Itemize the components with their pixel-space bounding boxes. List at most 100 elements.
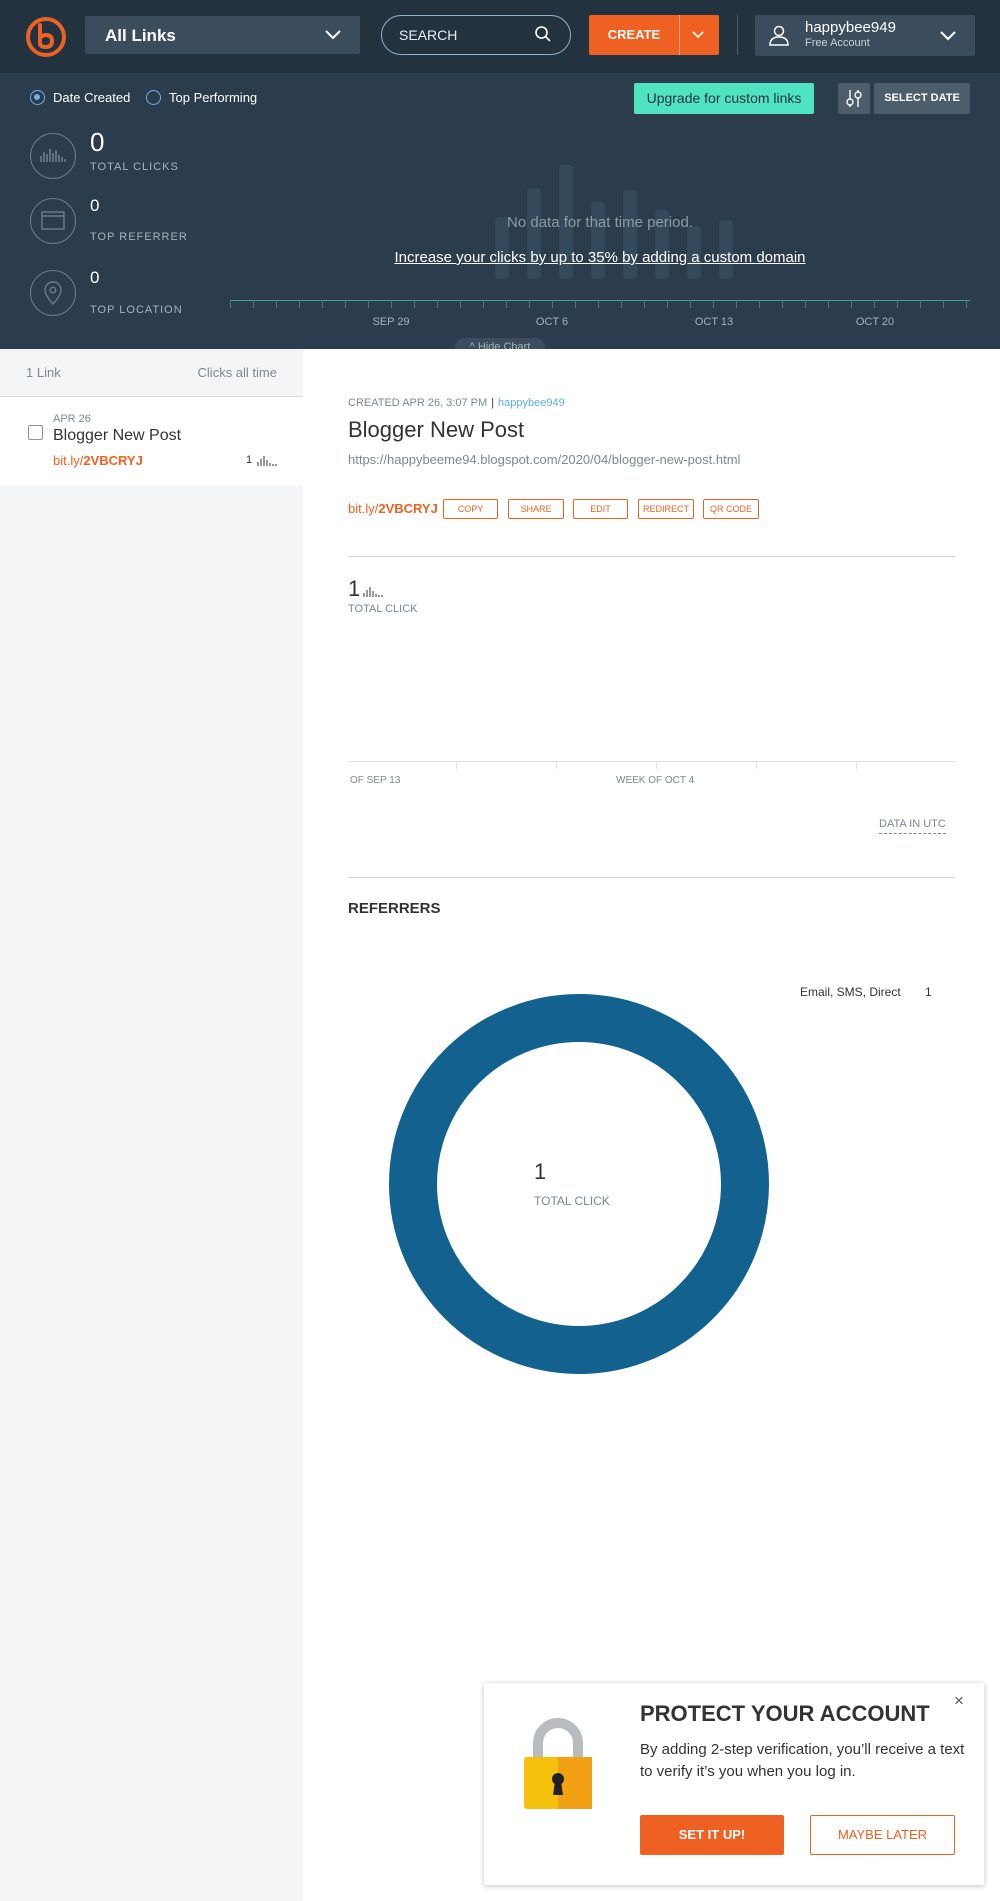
copy-button[interactable]: COPY bbox=[443, 499, 498, 519]
filter-settings-button[interactable] bbox=[838, 83, 870, 114]
created-date: CREATED APR 26, 3:07 PM bbox=[348, 397, 488, 409]
axis-tick bbox=[874, 300, 875, 308]
axis-tick bbox=[414, 300, 415, 308]
top-performing-radio[interactable]: Top Performing bbox=[146, 90, 257, 105]
chart-tick bbox=[856, 761, 857, 769]
axis-tick bbox=[736, 300, 737, 308]
edit-button[interactable]: EDIT bbox=[573, 499, 628, 519]
upgrade-custom-links-button[interactable]: Upgrade for custom links bbox=[634, 83, 814, 114]
donut-slice-email-sms-direct[interactable] bbox=[389, 994, 769, 1374]
axis-tick bbox=[782, 300, 783, 308]
links-filter-dropdown[interactable]: All Links bbox=[85, 16, 360, 54]
axis-tick bbox=[552, 300, 553, 308]
created-info: CREATED APR 26, 3:07 PM | happybee949 bbox=[348, 397, 565, 409]
axis-tick bbox=[345, 300, 346, 308]
long-url[interactable]: https://happybeeme94.blogspot.com/2020/0… bbox=[348, 452, 740, 467]
axis-tick bbox=[437, 300, 438, 308]
axis-tick bbox=[828, 300, 829, 308]
axis-tick bbox=[621, 300, 622, 308]
short-link-domain: bit.ly/ bbox=[348, 501, 379, 516]
chart-tick-label: WEEK OF OCT 4 bbox=[616, 775, 695, 786]
creator-username[interactable]: happybee949 bbox=[498, 397, 565, 409]
links-list-pane: 1 Link Clicks all time APR 26 Blogger Ne… bbox=[0, 349, 303, 1901]
tick-label: OCT 6 bbox=[535, 316, 569, 328]
link-checkbox[interactable] bbox=[28, 425, 43, 440]
bitly-logo[interactable] bbox=[25, 16, 67, 58]
axis-tick bbox=[391, 300, 392, 308]
protect-account-dialog: × PROTECT YOUR ACCOUNT By adding 2-step … bbox=[484, 1683, 984, 1885]
axis-tick bbox=[690, 300, 691, 308]
stat-value: 0 bbox=[90, 268, 100, 287]
short-link[interactable]: bit.ly/2VBCRYJ bbox=[53, 453, 143, 468]
sort-label[interactable]: Clicks all time bbox=[198, 365, 277, 380]
axis-tick bbox=[322, 300, 323, 308]
search-placeholder: SEARCH bbox=[399, 27, 458, 43]
stat-value: 0 bbox=[90, 127, 105, 157]
set-it-up-button[interactable]: SET IT UP! bbox=[640, 1815, 784, 1855]
close-icon[interactable]: × bbox=[954, 1691, 964, 1711]
short-link[interactable]: bit.ly/2VBCRYJ bbox=[348, 501, 438, 516]
axis-tick bbox=[667, 300, 668, 308]
redirect-button[interactable]: REDIRECT bbox=[638, 499, 694, 519]
search-input[interactable]: SEARCH bbox=[381, 15, 571, 55]
axis-tick bbox=[506, 300, 507, 308]
account-menu[interactable]: happybee949 Free Account bbox=[755, 15, 975, 56]
stat-label: TOP REFERRER bbox=[90, 231, 188, 243]
list-item[interactable]: APR 26 Blogger New Post bit.ly/2VBCRYJ 1 bbox=[0, 397, 303, 486]
link-date: APR 26 bbox=[53, 413, 91, 425]
search-icon[interactable] bbox=[534, 25, 552, 46]
create-button[interactable]: CREATE bbox=[589, 15, 719, 55]
axis-tick bbox=[460, 300, 461, 308]
maybe-later-button[interactable]: MAYBE LATER bbox=[810, 1815, 955, 1855]
location-pin-icon bbox=[30, 270, 76, 316]
divider bbox=[348, 877, 955, 878]
short-link-code: 2VBCRYJ bbox=[378, 501, 438, 516]
stat-top-referrer: 0 TOP REFERRER bbox=[30, 196, 230, 244]
total-clicks-label: TOTAL CLICK bbox=[348, 603, 418, 615]
no-data-message: No data for that time period. bbox=[507, 214, 693, 231]
short-link-code: 2VBCRYJ bbox=[83, 453, 143, 468]
stat-value: 0 bbox=[90, 196, 100, 215]
create-label: CREATE bbox=[607, 27, 661, 42]
donut-total-label: TOTAL CLICK bbox=[534, 1194, 610, 1208]
referrers-donut-chart bbox=[389, 994, 769, 1374]
data-in-utc-note[interactable]: DATA IN UTC bbox=[879, 818, 946, 834]
qr-code-button[interactable]: QR CODE bbox=[703, 499, 759, 519]
axis-tick bbox=[598, 300, 599, 308]
link-detail-pane: CREATED APR 26, 3:07 PM | happybee949 Blog… bbox=[303, 349, 1000, 1901]
stat-label: TOP LOCATION bbox=[90, 304, 183, 316]
user-icon bbox=[768, 24, 790, 51]
share-button[interactable]: SHARE bbox=[508, 499, 564, 519]
create-divider bbox=[679, 15, 680, 55]
analytics-header: All Links SEARCH CREATE happybee949 Free… bbox=[0, 0, 1000, 357]
protect-description: By adding 2-step verification, you’ll re… bbox=[640, 1741, 965, 1780]
axis-tick bbox=[299, 300, 300, 308]
select-date-button[interactable]: SELECT DATE bbox=[874, 83, 970, 114]
sliders-icon bbox=[846, 90, 862, 107]
axis-tick bbox=[759, 300, 760, 308]
donut-total: 1 bbox=[534, 1159, 547, 1184]
chevron-down-icon bbox=[939, 27, 957, 50]
stat-top-location: 0 TOP LOCATION bbox=[30, 268, 230, 316]
separator: | bbox=[491, 397, 495, 409]
sparkline-icon bbox=[256, 454, 278, 472]
axis-tick bbox=[851, 300, 852, 308]
top-performing-label: Top Performing bbox=[169, 90, 258, 105]
overview-chart: No data for that time period. Increase y… bbox=[230, 150, 970, 330]
axis-tick bbox=[529, 300, 530, 308]
axis-tick bbox=[897, 300, 898, 308]
date-created-radio[interactable]: Date Created bbox=[30, 90, 130, 105]
chart-tick bbox=[656, 761, 657, 769]
browser-window-icon bbox=[30, 198, 76, 244]
custom-domain-promo-link[interactable]: Increase your clicks by up to 35% by add… bbox=[230, 249, 970, 266]
top-navigation: All Links SEARCH CREATE happybee949 Free… bbox=[0, 0, 1000, 73]
axis-tick bbox=[713, 300, 714, 308]
short-link-domain: bit.ly/ bbox=[53, 453, 84, 468]
link-title: Blogger New Post bbox=[53, 427, 182, 444]
axis-tick bbox=[644, 300, 645, 308]
list-header: 1 Link Clicks all time bbox=[0, 349, 303, 397]
links-filter-label: All Links bbox=[105, 26, 176, 45]
protect-title: PROTECT YOUR ACCOUNT bbox=[640, 1701, 930, 1726]
chevron-down-icon[interactable] bbox=[690, 27, 706, 46]
axis-tick bbox=[805, 300, 806, 308]
